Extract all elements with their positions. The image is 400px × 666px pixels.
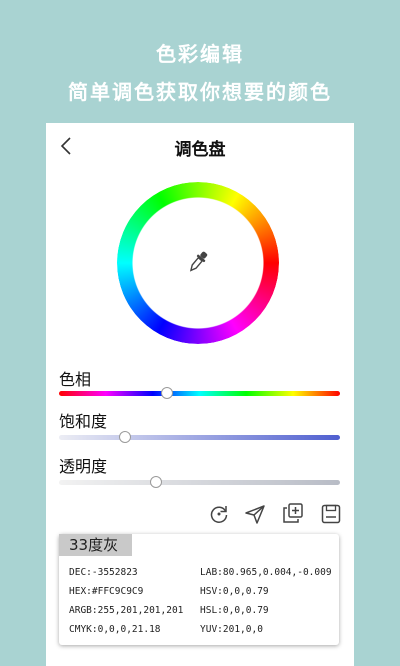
saturation-slider[interactable] bbox=[59, 431, 340, 443]
saturation-slider-thumb[interactable] bbox=[118, 431, 131, 443]
promo-subtitle: 简单调色获取你想要的颜色 bbox=[68, 80, 332, 104]
transparency-slider-thumb[interactable] bbox=[149, 476, 162, 488]
add-copy-icon bbox=[283, 503, 303, 523]
send-icon bbox=[245, 505, 265, 524]
hue-slider-thumb[interactable] bbox=[160, 387, 173, 399]
yuv-value: YUV:201,0,0 bbox=[200, 624, 263, 635]
promo-title: 色彩编辑 bbox=[156, 42, 244, 66]
save-button[interactable] bbox=[319, 502, 343, 526]
page-title: 调色盘 bbox=[174, 140, 226, 160]
lab-value: LAB:80.965,0.004,-0.009 bbox=[200, 567, 332, 578]
hsv-value: HSV:0,0,0.79 bbox=[200, 586, 269, 597]
saturation-label: 饱和度 bbox=[59, 412, 108, 431]
color-info-card: 33度灰 DEC:-3552823 HEX:#FFC9C9C9 ARGB:255… bbox=[59, 534, 339, 645]
transparency-label: 透明度 bbox=[59, 457, 108, 476]
argb-value: ARGB:255,201,201,201 bbox=[69, 605, 184, 616]
transparency-slider[interactable] bbox=[59, 476, 340, 488]
save-icon bbox=[321, 504, 341, 524]
cmyk-value: CMYK:0,0,0,21.18 bbox=[69, 624, 161, 635]
color-name: 33度灰 bbox=[59, 534, 133, 556]
color-palette-screen: 调色盘 色相 饱和度 透明度 33度灰 DEC:-3552823 HEX:#FF… bbox=[46, 123, 354, 666]
dec-value: DEC:-3552823 bbox=[69, 567, 138, 578]
hue-slider[interactable] bbox=[59, 387, 340, 399]
refresh-icon bbox=[210, 506, 228, 523]
share-button[interactable] bbox=[243, 502, 267, 526]
refresh-button[interactable] bbox=[207, 502, 231, 526]
hue-label: 色相 bbox=[59, 370, 92, 389]
eyedropper-icon[interactable] bbox=[184, 248, 212, 276]
color-wheel[interactable] bbox=[117, 182, 279, 344]
hsl-value: HSL:0,0,0.79 bbox=[200, 605, 269, 616]
add-copy-button[interactable] bbox=[281, 501, 305, 525]
hex-value: HEX:#FFC9C9C9 bbox=[69, 586, 144, 597]
header-bar: 调色盘 bbox=[46, 123, 354, 169]
